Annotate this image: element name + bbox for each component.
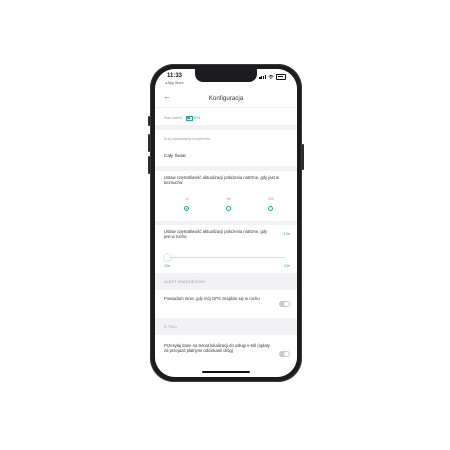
slider-frequency-label: Ustaw częstotliwość aktualizacji położen… bbox=[164, 229, 268, 240]
status-time: 11:33 bbox=[167, 73, 183, 79]
page-title: Konfiguracja bbox=[208, 95, 244, 102]
etoll-section-label: E-TOLL bbox=[164, 325, 178, 329]
radio-label-1h: 1h bbox=[185, 197, 189, 201]
slider-min-label: 10s bbox=[164, 264, 170, 268]
notch bbox=[195, 69, 257, 82]
radio-label-6h: 6h bbox=[227, 197, 231, 201]
home-indicator[interactable] bbox=[202, 371, 250, 373]
theft-alert-toggle[interactable] bbox=[279, 301, 290, 307]
region-label: Kraj użytkowania urządzenia bbox=[164, 137, 210, 141]
battery-state-label: Stan baterii bbox=[164, 116, 183, 120]
app-bar: ← Konfiguracja bbox=[155, 89, 297, 107]
slider-max-label: 24h bbox=[284, 264, 290, 268]
slider-thumb[interactable] bbox=[163, 254, 171, 261]
back-to-app-store-link[interactable]: ◂ App Store bbox=[165, 81, 184, 85]
slider-frequency-card: Ustaw częstotliwość aktualizacji położen… bbox=[155, 225, 297, 273]
status-icons bbox=[259, 74, 286, 80]
etoll-label: Przesyłaj dane na temat lokalizacji do u… bbox=[164, 343, 270, 354]
radio-6h[interactable] bbox=[226, 206, 231, 211]
radio-label-24h: 24h bbox=[268, 197, 274, 201]
radio-24h[interactable] bbox=[268, 206, 273, 211]
moving-frequency-label: Ustaw częstotliwość aktualizacji położen… bbox=[164, 175, 279, 186]
theft-alert-label: Powiadom mnie, gdy mój GPS znajdzie się … bbox=[164, 296, 260, 301]
power-button bbox=[302, 144, 304, 170]
slider-current-value: 10s bbox=[283, 231, 290, 236]
radio-1h[interactable] bbox=[184, 206, 189, 211]
etoll-toggle[interactable] bbox=[279, 351, 290, 357]
phone-frame: 11:33 ◂ App Store ← Konfiguracja Stan ba… bbox=[148, 64, 304, 382]
region-row[interactable]: Kraj użytkowania urządzenia Cały Świat bbox=[155, 130, 297, 166]
mute-switch bbox=[148, 116, 150, 126]
theft-alert-toggle-knob bbox=[284, 301, 290, 307]
theft-alert-row: Powiadom mnie, gdy mój GPS znajdzie się … bbox=[155, 290, 297, 318]
slider-track[interactable] bbox=[167, 257, 285, 258]
etoll-toggle-knob bbox=[284, 351, 290, 357]
app-screen: 11:33 ◂ App Store ← Konfiguracja Stan ba… bbox=[155, 69, 297, 377]
region-value: Cały Świat bbox=[164, 153, 186, 158]
battery-icon bbox=[186, 116, 193, 121]
theft-alert-section-label: ALERT KRADZIEŻOWY bbox=[164, 280, 207, 284]
volume-down-button bbox=[148, 156, 150, 174]
wifi-icon bbox=[268, 74, 274, 79]
moving-frequency-card: Ustaw częstotliwość aktualizacji położen… bbox=[155, 171, 297, 221]
signal-icon bbox=[259, 74, 266, 79]
battery-status-icon bbox=[276, 74, 286, 80]
battery-state-value: 92% bbox=[193, 116, 201, 120]
volume-up-button bbox=[148, 134, 150, 152]
battery-state-row: Stan baterii 92% bbox=[155, 108, 297, 125]
